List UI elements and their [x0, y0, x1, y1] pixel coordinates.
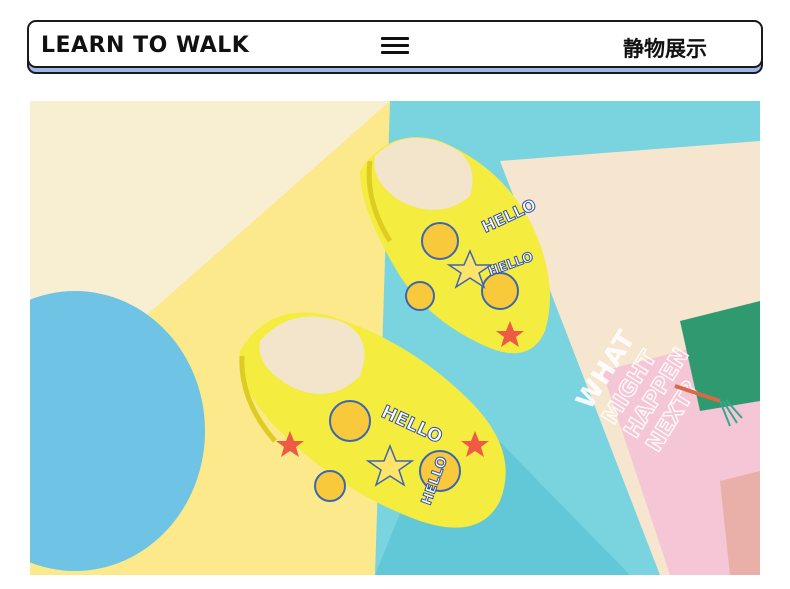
product-photo: WHAT MIGHT HAPPEN NEXT? HELLO HELLO HELL… — [30, 101, 760, 575]
hamburger-menu-icon[interactable] — [381, 35, 411, 57]
top-navigation-bar: LEARN TO WALK 静物展示 — [27, 20, 763, 68]
menu-line — [381, 51, 409, 54]
brand-logo-text[interactable]: LEARN TO WALK — [41, 33, 249, 58]
menu-line — [381, 44, 409, 47]
section-title: 静物展示 — [623, 37, 707, 61]
product-photo-illustration: WHAT MIGHT HAPPEN NEXT? HELLO HELLO HELL… — [30, 101, 760, 575]
menu-line — [381, 37, 409, 40]
